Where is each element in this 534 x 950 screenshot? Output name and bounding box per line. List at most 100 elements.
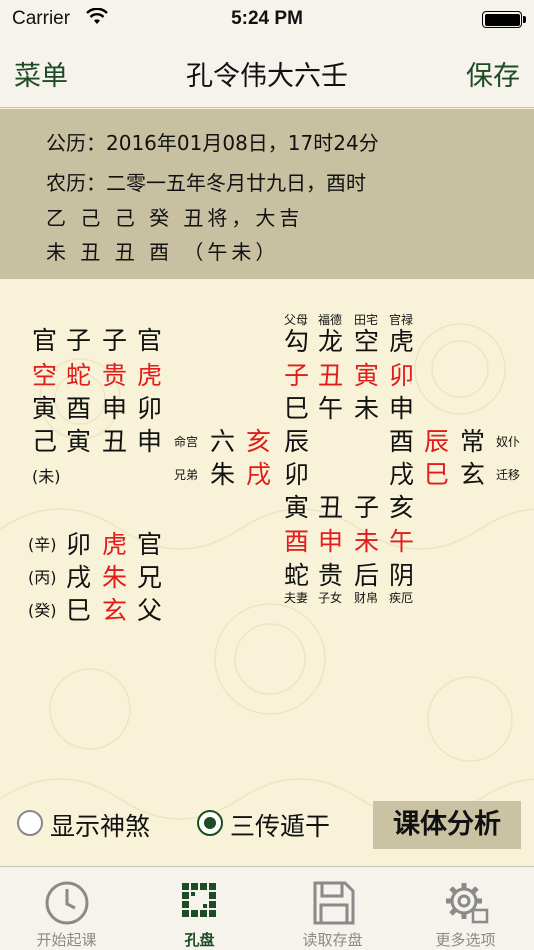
page-title: 孔令伟大六壬 xyxy=(186,61,348,92)
plate-heaven: 戌 xyxy=(246,460,272,489)
palace-label: 田宅 xyxy=(354,313,379,327)
tab-label: 读取存盘 xyxy=(302,931,363,949)
status-bar: Carrier 5:24 PM xyxy=(0,0,534,40)
palace-label: 兄弟 xyxy=(174,468,199,482)
palace-label: 疾厄 xyxy=(389,591,414,605)
palace-label: 子女 xyxy=(318,591,343,605)
lunar-date: 农历：二零一五年冬月廿九日，酉时 xyxy=(46,171,366,195)
solar-date: 公历：2016年01月08日，17时24分 xyxy=(46,131,379,155)
save-button[interactable]: 保存 xyxy=(466,54,520,93)
gear-icon xyxy=(446,883,489,924)
show-shensha-label[interactable]: 显示神煞 xyxy=(50,807,150,843)
plate-earth: 子 xyxy=(354,493,380,522)
date-info-panel: 公历：2016年01月08日，17时24分 农历：二零一五年冬月廿九日，酉时 乙… xyxy=(0,109,534,279)
transmission-god: 朱 xyxy=(102,563,128,592)
tab-start[interactable]: 开始起课 xyxy=(0,867,133,950)
tab-board[interactable]: 孔盘 xyxy=(133,867,266,950)
clock-icon xyxy=(45,881,89,925)
plate-earth: 寅 xyxy=(284,493,310,522)
lesson-lower: 申 xyxy=(137,427,163,456)
plate-earth: 巳 xyxy=(284,394,310,423)
plate-heaven: 子 xyxy=(284,361,310,390)
analyze-button[interactable]: 课体分析 xyxy=(373,801,521,849)
plate-god: 常 xyxy=(460,427,486,456)
transmission-god: 玄 xyxy=(102,596,128,625)
transmission-branch: 戌 xyxy=(66,563,92,592)
plate-heaven: 辰 xyxy=(424,427,450,456)
lesson-kin: 官 xyxy=(32,326,58,355)
plate-earth: 卯 xyxy=(284,460,310,489)
grid-board-icon xyxy=(182,883,216,917)
nav-bar: 菜单 孔令伟大六壬 保存 xyxy=(0,40,534,108)
palace-label: 夫妻 xyxy=(284,591,309,605)
plate-heaven: 丑 xyxy=(318,361,344,390)
palace-label: 父母 xyxy=(284,313,309,327)
plate-god: 后 xyxy=(354,561,380,590)
plate-earth: 戌 xyxy=(389,460,415,489)
sanchuan-dungan-radio[interactable] xyxy=(197,810,223,836)
battery-icon xyxy=(482,11,526,28)
lesson-kin: 官 xyxy=(137,326,163,355)
plate-earth: 亥 xyxy=(389,493,415,522)
transmission-gan: (丙) xyxy=(28,568,57,587)
tab-more[interactable]: 更多选项 xyxy=(399,867,532,950)
plate-god: 虎 xyxy=(389,327,415,356)
transmission-kin: 官 xyxy=(137,530,163,559)
lesson-god: 贵 xyxy=(102,361,128,390)
stems-line: 乙 己 己 癸 丑将，大吉 xyxy=(46,206,304,230)
plate-earth: 辰 xyxy=(284,427,310,456)
transmission-kin: 兄 xyxy=(137,563,163,592)
plate-heaven: 未 xyxy=(354,527,380,556)
plate-earth: 酉 xyxy=(389,427,415,456)
lesson-god: 蛇 xyxy=(66,361,92,390)
plate-god: 勾 xyxy=(284,327,310,356)
plate-heaven: 亥 xyxy=(246,427,272,456)
plate-god: 蛇 xyxy=(284,561,310,590)
lesson-god: 空 xyxy=(32,361,58,390)
tab-label: 更多选项 xyxy=(435,931,496,949)
plate-god: 玄 xyxy=(460,460,486,489)
lesson-upper: 申 xyxy=(102,394,128,423)
transmission-gan: (癸) xyxy=(28,601,57,620)
transmission-branch: 巳 xyxy=(66,596,92,625)
lesson-upper: 寅 xyxy=(32,394,58,423)
plate-god: 空 xyxy=(354,327,380,356)
lesson-lower: 丑 xyxy=(102,427,128,456)
lesson-upper: 卯 xyxy=(137,394,163,423)
palace-label: 命宫 xyxy=(174,435,199,449)
lesson-kin: 子 xyxy=(102,326,128,355)
options-row: 显示神煞 三传遁干 课体分析 xyxy=(0,796,534,856)
tab-label: 开始起课 xyxy=(36,931,97,949)
transmission-god: 虎 xyxy=(102,530,128,559)
transmission-gan: (辛) xyxy=(28,535,57,554)
transmission-kin: 父 xyxy=(137,596,163,625)
clock-time: 5:24 PM xyxy=(231,8,303,29)
lesson-kin: 子 xyxy=(66,326,92,355)
palace-label: 福德 xyxy=(318,313,343,327)
plate-god: 朱 xyxy=(210,460,236,489)
plate-god: 龙 xyxy=(318,327,344,356)
plate-god: 阴 xyxy=(389,561,415,590)
plate-earth: 午 xyxy=(318,394,344,423)
sanchuan-dungan-label[interactable]: 三传遁干 xyxy=(230,807,330,843)
palace-label: 财帛 xyxy=(354,591,379,605)
divination-board: 官 子 子 官 空 蛇 贵 虎 寅 酉 申 卯 己 寅 丑 申 (未) (辛) … xyxy=(0,279,534,866)
plate-earth: 丑 xyxy=(318,493,344,522)
plate-heaven: 午 xyxy=(389,527,415,556)
lesson-lower: 己 xyxy=(32,427,58,456)
tab-load[interactable]: 读取存盘 xyxy=(266,867,399,950)
plate-heaven: 卯 xyxy=(389,361,415,390)
plate-heaven: 寅 xyxy=(354,361,380,390)
lesson-lower: 寅 xyxy=(66,427,92,456)
show-shensha-radio[interactable] xyxy=(17,810,43,836)
palace-label: 官禄 xyxy=(389,313,414,327)
plate-god: 贵 xyxy=(318,561,344,590)
transmission-branch: 卯 xyxy=(66,530,92,559)
plate-heaven: 申 xyxy=(318,527,344,556)
palace-label: 迁移 xyxy=(496,468,521,482)
tab-label: 孔盘 xyxy=(184,931,215,949)
plate-heaven: 酉 xyxy=(284,527,310,556)
lesson-note: (未) xyxy=(32,467,61,486)
plate-earth: 申 xyxy=(389,394,415,423)
tab-bar: 开始起课 孔盘 读取存盘 更多选项 xyxy=(0,866,534,950)
